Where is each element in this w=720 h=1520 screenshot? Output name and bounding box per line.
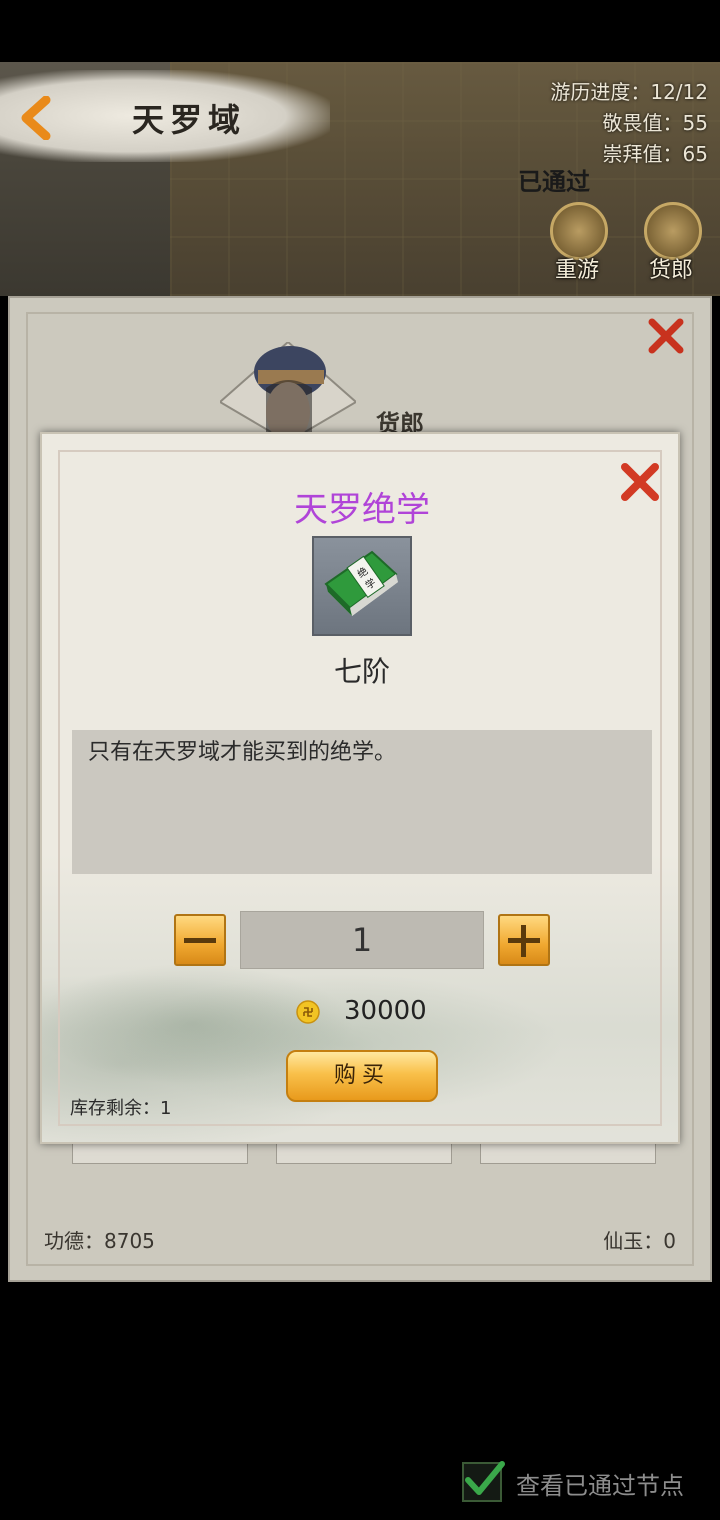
book-icon: 绝 学: [324, 550, 398, 616]
quantity-field[interactable]: 1: [240, 911, 484, 969]
decrease-quantity-button[interactable]: [174, 914, 226, 966]
plus-icon-vertical: [521, 925, 526, 957]
checkbox[interactable]: [462, 1461, 505, 1502]
checkmark-icon: [465, 1461, 505, 1495]
shop-close-icon[interactable]: [646, 316, 686, 356]
awe-value: 敬畏值：55: [602, 111, 708, 135]
item-price: 30000: [344, 996, 427, 1026]
replay-button[interactable]: 重游: [542, 200, 612, 284]
item-purchase-dialog: 天罗绝学 绝 学 七阶 只有在天罗域才能买到的绝学。 1 30000 购买 库存…: [40, 432, 680, 1144]
stock-remaining: 库存剩余：1: [70, 1098, 172, 1119]
progress-stats: 游历进度：12/12 敬畏值：55 崇拜值：65: [550, 77, 708, 170]
scene-title: 天罗域: [132, 101, 247, 139]
passed-stamp: 已通过: [518, 167, 590, 196]
increase-quantity-button[interactable]: [498, 914, 550, 966]
replay-label: 重游: [554, 258, 599, 283]
item-icon: 绝 学: [312, 536, 412, 636]
merchant-button[interactable]: 货郎: [636, 200, 706, 284]
item-description: 只有在天罗域才能买到的绝学。: [88, 740, 397, 765]
minus-icon: [184, 938, 216, 943]
jade-balance: 仙玉：0: [603, 1229, 676, 1253]
travel-progress: 游历进度：12/12: [550, 80, 708, 104]
show-passed-nodes-toggle[interactable]: 查看已通过节点: [462, 1461, 712, 1506]
merchant-portrait: [220, 342, 356, 442]
dialog-close-icon[interactable]: [616, 458, 664, 506]
merit-balance: 功德：8705: [44, 1229, 155, 1253]
buy-button[interactable]: 购买: [286, 1050, 438, 1102]
item-grade: 七阶: [333, 655, 390, 688]
back-arrow-icon[interactable]: [16, 96, 60, 140]
merchant-label: 货郎: [648, 258, 693, 283]
item-title: 天罗绝学: [294, 490, 430, 530]
show-passed-nodes-label: 查看已通过节点: [516, 1472, 684, 1500]
merit-coin-icon: [296, 1000, 320, 1024]
